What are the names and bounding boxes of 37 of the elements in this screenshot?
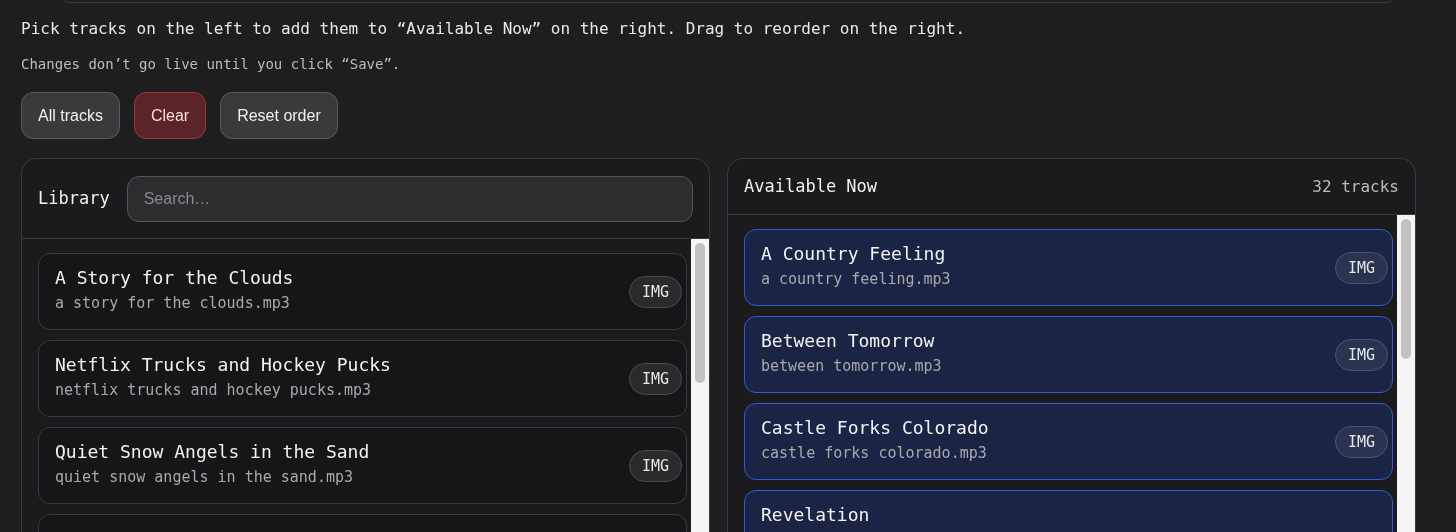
instructions-text: Pick tracks on the left to add them to “Available Now” on the right. Drag to reorder on the right.	[21, 18, 966, 40]
track-card[interactable]: A Story for the Clouds a story for the clouds.mp3 IMG	[38, 253, 687, 330]
scrollbar[interactable]	[691, 239, 709, 532]
panel-title: Available Now	[744, 174, 878, 198]
image-tag: IMG	[628, 275, 682, 308]
track-card[interactable]: Netflix Trucks and Hockey Pucks netflix trucks and hockey pucks.mp3 IMG	[38, 340, 687, 417]
track-filename: castle forks colorado.mp3	[761, 443, 988, 463]
track-card[interactable]: A Country Feeling a country feeling.mp3 IMG	[744, 229, 1393, 306]
action-button[interactable]: Clear	[133, 92, 207, 139]
track-card[interactable]: Between Tomorrow between tomorrow.mp3 IMG	[744, 316, 1393, 393]
image-tag: IMG	[628, 449, 682, 482]
track-title: Between Tomorrow	[761, 329, 936, 353]
track-filename: between tomorrow.mp3	[761, 356, 942, 376]
save-note: Changes don’t go live until you click “Save”.	[21, 55, 402, 74]
track-card[interactable]: Castle Forks Colorado castle forks colorado.mp3 IMG	[744, 403, 1393, 480]
image-tag: IMG	[628, 362, 682, 395]
action-button[interactable]: Reset order	[220, 92, 338, 139]
track-title: Castle Forks Colorado	[761, 416, 989, 440]
track-title: A Story for the Clouds	[55, 266, 294, 290]
track-filename: a country feeling.mp3	[761, 269, 951, 289]
scrollbar[interactable]	[1397, 215, 1415, 532]
track-title: A Country Feeling	[761, 242, 947, 266]
search-field[interactable]: Search…	[126, 175, 693, 222]
track-card[interactable]: Quiet Snow Angels in the Sand quiet snow angels in the sand.mp3 IMG	[38, 427, 687, 504]
track-filename: a story for the clouds.mp3	[55, 293, 291, 313]
action-button[interactable]: All tracks	[21, 92, 120, 139]
image-tag: IMG	[1334, 338, 1388, 371]
track-title: Revelation	[761, 503, 870, 527]
track-title: Quiet Snow Angels in the Sand	[55, 440, 370, 464]
image-tag: IMG	[1334, 425, 1388, 458]
track-card[interactable]: Revelation	[744, 490, 1393, 532]
image-tag: IMG	[1334, 251, 1388, 284]
track-filename: netflix trucks and hockey pucks.mp3	[55, 380, 373, 400]
track-count: 32 tracks	[1312, 175, 1399, 198]
track-filename: quiet snow angels in the sand.mp3	[55, 467, 354, 487]
panel-title: Library	[38, 186, 110, 210]
track-title: Netflix Trucks and Hockey Pucks	[55, 353, 391, 377]
